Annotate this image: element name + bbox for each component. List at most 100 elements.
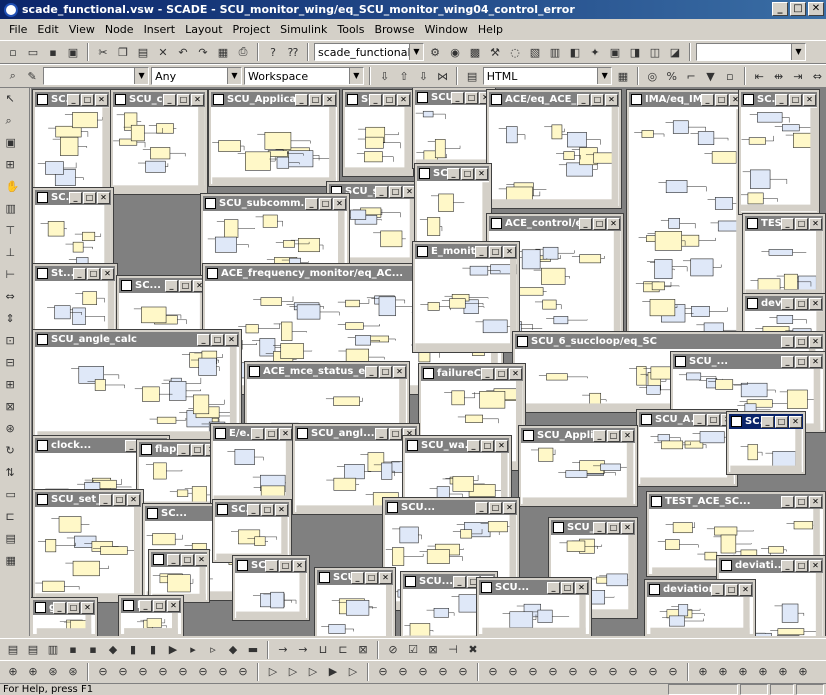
connection-wire[interactable] bbox=[433, 113, 446, 120]
diagram-window[interactable]: SCU_angle_calc _ □ ✕ bbox=[32, 329, 242, 441]
operator-icon[interactable]: ⊔ bbox=[314, 641, 332, 659]
operator-block[interactable] bbox=[636, 366, 647, 386]
operator-block[interactable] bbox=[546, 373, 568, 381]
operator-block[interactable] bbox=[521, 249, 541, 270]
block-icon[interactable]: ⊕ bbox=[694, 663, 712, 681]
close-button[interactable]: ✕ bbox=[195, 553, 207, 566]
operator-icon[interactable]: ⊏ bbox=[334, 641, 352, 659]
operator-block[interactable] bbox=[150, 147, 171, 160]
diagram-canvas[interactable] bbox=[745, 231, 823, 296]
operator-block[interactable] bbox=[378, 296, 396, 317]
zoom-area-icon[interactable]: ⊞ bbox=[6, 158, 24, 176]
comment-icon[interactable]: ▤ bbox=[6, 532, 24, 550]
operator-block[interactable] bbox=[697, 131, 715, 145]
menu-tools[interactable]: Tools bbox=[332, 23, 369, 36]
operator-block[interactable] bbox=[167, 574, 191, 593]
block-icon[interactable]: ▷ bbox=[264, 663, 282, 681]
maximize-button[interactable]: □ bbox=[181, 553, 194, 566]
connection-wire[interactable] bbox=[345, 628, 354, 632]
operator-block[interactable] bbox=[54, 305, 71, 320]
help-icon[interactable]: ? bbox=[264, 43, 282, 61]
operator-block[interactable] bbox=[565, 470, 588, 478]
report-format-combo[interactable]: HTML ▼ bbox=[482, 67, 613, 85]
operator-block[interactable] bbox=[72, 112, 98, 129]
connection-wire[interactable] bbox=[359, 397, 363, 402]
block-icon[interactable]: ⊕ bbox=[754, 663, 772, 681]
operator-block[interactable] bbox=[706, 378, 718, 389]
minimize-button[interactable]: _ bbox=[475, 245, 488, 258]
connection-wire[interactable] bbox=[186, 389, 202, 392]
diagram-window-titlebar[interactable]: SC..._□✕ bbox=[35, 190, 111, 205]
connection-wire[interactable] bbox=[312, 157, 331, 159]
operator-block[interactable] bbox=[487, 521, 508, 533]
block-icon[interactable]: ⊖ bbox=[214, 663, 232, 681]
diagram-window[interactable]: SC..._□✕ bbox=[148, 549, 210, 603]
operator-block[interactable] bbox=[141, 306, 167, 324]
connection-wire[interactable] bbox=[757, 451, 763, 456]
operator-icon[interactable]: ⊠ bbox=[424, 641, 442, 659]
operator-icon[interactable]: ⊠ bbox=[354, 641, 372, 659]
operator-block[interactable] bbox=[267, 150, 288, 157]
diagram-window-titlebar[interactable]: SCU_angle_calc _ □ ✕ bbox=[35, 332, 239, 347]
connection-wire[interactable] bbox=[552, 449, 556, 455]
connection-wire[interactable] bbox=[482, 418, 499, 424]
operator-block[interactable] bbox=[298, 238, 320, 253]
operator-block[interactable] bbox=[646, 385, 661, 395]
minimize-button[interactable]: _ bbox=[693, 413, 706, 426]
diagram-window[interactable]: SC..._□✕ bbox=[212, 499, 292, 563]
connection-wire[interactable] bbox=[99, 565, 109, 569]
minimize-button[interactable]: _ bbox=[69, 191, 82, 204]
operator-icon[interactable]: ▸ bbox=[184, 641, 202, 659]
connection-wire[interactable] bbox=[783, 549, 787, 552]
diagram-window-titlebar[interactable]: SC..._□✕ bbox=[35, 92, 109, 107]
diagram-window[interactable]: ACE/eq_ACE_1 _ □ ✕ bbox=[486, 89, 622, 209]
same-size-icon[interactable]: ⊡ bbox=[6, 334, 24, 352]
maximize-button[interactable]: □ bbox=[389, 427, 402, 440]
block-icon[interactable]: ⊖ bbox=[454, 663, 472, 681]
diagram-window-titlebar[interactable]: gai..._□✕ bbox=[33, 600, 95, 615]
maximize-button[interactable]: □ bbox=[795, 559, 808, 572]
operator-block[interactable] bbox=[381, 462, 393, 480]
maximize-button[interactable]: □ bbox=[461, 167, 474, 180]
operator-block[interactable] bbox=[42, 580, 65, 592]
scope-combo[interactable]: Workspace ▼ bbox=[244, 67, 364, 85]
maximize-button[interactable]: □ bbox=[81, 93, 94, 106]
operator-block[interactable] bbox=[686, 372, 702, 381]
maximize-button[interactable]: □ bbox=[319, 197, 332, 210]
diagram-window-titlebar[interactable]: failureCo..._□✕ bbox=[421, 366, 523, 381]
maximize-button[interactable]: □ bbox=[607, 429, 620, 442]
minimize-button[interactable]: _ bbox=[375, 427, 388, 440]
operator-block[interactable] bbox=[641, 130, 654, 138]
operator-block[interactable] bbox=[567, 132, 587, 148]
minimize-button[interactable]: _ bbox=[365, 365, 378, 378]
connection-wire[interactable] bbox=[81, 131, 89, 137]
vertical-scrollbar[interactable] bbox=[404, 107, 411, 174]
operator-block[interactable] bbox=[191, 486, 207, 504]
minimize-button[interactable]: _ bbox=[701, 93, 714, 106]
connection-wire[interactable] bbox=[561, 128, 565, 133]
operator-block[interactable] bbox=[214, 236, 237, 253]
vertical-scrollbar[interactable] bbox=[626, 443, 634, 504]
operator-block[interactable] bbox=[72, 560, 100, 577]
block-icon[interactable]: ⊕ bbox=[734, 663, 752, 681]
operator-block[interactable] bbox=[672, 522, 693, 534]
connection-wire[interactable] bbox=[96, 297, 105, 303]
minimize-button[interactable]: _ bbox=[775, 93, 788, 106]
operator-block[interactable] bbox=[649, 299, 676, 317]
close-button[interactable]: ✕ bbox=[101, 267, 114, 280]
block-icon[interactable]: ⊕ bbox=[714, 663, 732, 681]
library-icon[interactable]: ▣ bbox=[606, 43, 624, 61]
connection-wire[interactable] bbox=[448, 612, 455, 616]
block-icon[interactable]: ⊖ bbox=[604, 663, 622, 681]
maximize-button[interactable]: □ bbox=[177, 93, 190, 106]
block-icon[interactable]: ⊕ bbox=[24, 663, 42, 681]
diagram-window-titlebar[interactable]: SC..._□✕ bbox=[119, 278, 207, 293]
connection-wire[interactable] bbox=[807, 393, 815, 400]
block-icon[interactable]: ▷ bbox=[344, 663, 362, 681]
diagram-window-titlebar[interactable]: flap_c..._□✕ bbox=[139, 442, 219, 457]
operator-block[interactable] bbox=[218, 140, 241, 152]
report-icon[interactable]: ▤ bbox=[463, 67, 480, 85]
diagram-window[interactable]: E_monito..._□✕ bbox=[412, 241, 520, 353]
menu-help[interactable]: Help bbox=[473, 23, 508, 36]
minimize-button[interactable]: _ bbox=[781, 495, 794, 508]
